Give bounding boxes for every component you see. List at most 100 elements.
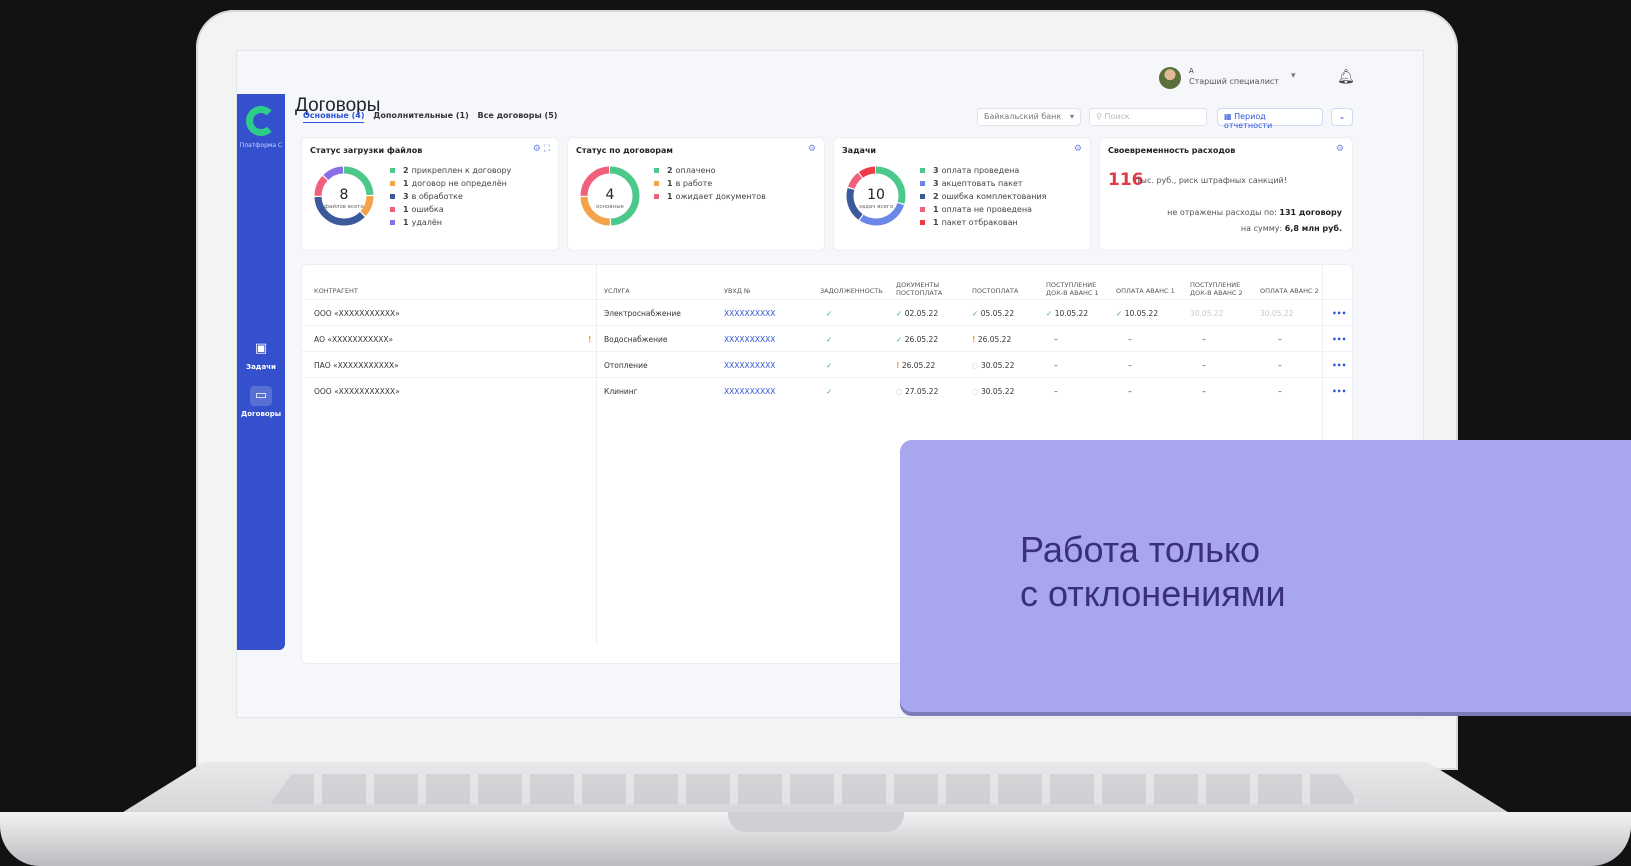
expand-button[interactable]: ⌄ xyxy=(1331,108,1353,126)
cell-pay-advance-1: ✓ 10.05.22 xyxy=(1116,309,1159,318)
cell-debt: ✓ xyxy=(826,361,833,370)
callout-line: с отклонениями xyxy=(1020,573,1286,614)
tab-all[interactable]: Все договоры (5) xyxy=(478,111,558,120)
logo-caption: Платформа С xyxy=(239,142,283,149)
sidebar-item-tasks[interactable]: ▣ Задачи xyxy=(237,339,285,371)
risk-text: тыс. руб., риск штрафных санкций! xyxy=(1136,176,1287,185)
stage: Платформа С ▣ Задачи ▭ Договоры Договоры… xyxy=(0,0,1631,866)
cell-pay-advance-2: – xyxy=(1278,361,1282,370)
row-more-button[interactable]: ••• xyxy=(1332,309,1346,318)
card-title: Статус загрузки файлов xyxy=(310,146,423,155)
tab-main[interactable]: Основные (4) xyxy=(303,111,365,123)
cell-debt: ✓ xyxy=(826,309,833,318)
cell-debt: ✓ xyxy=(826,387,833,396)
legend-swatch xyxy=(654,168,659,173)
header-debt[interactable]: ЗАДОЛЖЕННОСТЬ xyxy=(820,287,883,295)
feature-callout: Работа только с отклонениями xyxy=(900,440,1631,712)
cell-doc-advance-1: – xyxy=(1054,361,1058,370)
header-doc-advance-1[interactable]: ПОСТУПЛЕНИЕ ДОК-В АВАНС 1 xyxy=(1046,281,1110,297)
card-contracts-status: Статус по договорам ⚙ 4 основные 2 оплаче… xyxy=(567,137,825,251)
legend-item: 1 удалён xyxy=(390,216,511,229)
legend-item: 1 оплата не проведена xyxy=(920,203,1046,216)
legend-swatch xyxy=(390,194,395,199)
header-doc-advance-2[interactable]: ПОСТУПЛЕНИЕ ДОК-В АВАНС 2 xyxy=(1190,281,1254,297)
cell-doc-advance-2: – xyxy=(1202,387,1206,396)
legend-item: 3в обработке xyxy=(390,190,511,203)
row-more-button[interactable]: ••• xyxy=(1332,361,1346,370)
cell-contractor[interactable]: ООО «XXXXXXXXXXX» xyxy=(314,387,400,396)
row-flag: ! xyxy=(588,335,592,344)
cell-debt: ✓ xyxy=(826,335,833,344)
cell-service: Отопление xyxy=(604,361,648,370)
row-divider xyxy=(302,377,1354,378)
header-uvhd[interactable]: УВХД № xyxy=(724,287,751,295)
cell-uvhd-link[interactable]: XXXXXXXXXX xyxy=(724,335,775,344)
header-postpay[interactable]: ПОСТОПЛАТА xyxy=(972,287,1018,295)
cell-service: Электроснабжение xyxy=(604,309,681,318)
donut-total: 10 xyxy=(867,187,885,203)
contract-tabs: Основные (4) Дополнительные (1) Все дого… xyxy=(303,111,563,123)
cell-pay-advance-1: – xyxy=(1128,387,1132,396)
legend-item: 1 ожидает документов xyxy=(654,190,766,203)
gear-icon[interactable]: ⚙ xyxy=(1336,144,1344,154)
legend-swatch xyxy=(920,181,925,186)
cell-doc-advance-2: 30.05.22 xyxy=(1190,309,1224,318)
search-input[interactable]: ⚲ Поиск xyxy=(1089,108,1207,126)
legend-item: 2 оплачено xyxy=(654,164,766,177)
header-service[interactable]: УСЛУГА xyxy=(604,287,630,295)
cell-contractor[interactable]: ПАО «XXXXXXXXXXX» xyxy=(314,361,399,370)
header-doc-postpay[interactable]: ДОКУМЕНТЫ ПОСТОПЛАТА xyxy=(896,281,960,297)
row-more-button[interactable]: ••• xyxy=(1332,387,1346,396)
donut-caption: файлов всего xyxy=(324,204,364,210)
cell-pay-advance-1: – xyxy=(1128,335,1132,344)
header-pay-advance-2[interactable]: ОПЛАТА АВАНС 2 xyxy=(1260,287,1319,295)
card-title: Своевременность расходов xyxy=(1108,146,1236,155)
avatar xyxy=(1159,67,1181,89)
cell-uvhd-link[interactable]: XXXXXXXXXX xyxy=(724,387,775,396)
legend-item: 1 пакет отбракован xyxy=(920,216,1046,229)
contracts-legend: 2 оплачено 1в работе 1 ожидает документов xyxy=(654,164,766,203)
logo-icon[interactable] xyxy=(246,106,276,136)
sidebar-item-contracts[interactable]: ▭ Договоры xyxy=(237,386,285,418)
sidebar-item-label: Задачи xyxy=(246,363,276,371)
cell-contractor[interactable]: ООО «XXXXXXXXXXX» xyxy=(314,309,400,318)
cell-doc-advance-2: – xyxy=(1202,361,1206,370)
bank-select[interactable]: Байкальский банк ▾ xyxy=(977,108,1081,126)
header-contractor[interactable]: КОНТРАГЕНТ xyxy=(314,287,358,295)
cell-pay-advance-2: – xyxy=(1278,335,1282,344)
cell-uvhd-link[interactable]: XXXXXXXXXX xyxy=(724,309,775,318)
bell-icon[interactable]: 🔔︎ xyxy=(1337,69,1355,85)
cell-uvhd-link[interactable]: XXXXXXXXXX xyxy=(724,361,775,370)
sidebar-item-label: Договоры xyxy=(240,410,282,418)
legend-item: 3 оплата проведена xyxy=(920,164,1046,177)
cell-service: Клининг xyxy=(604,387,638,396)
legend-swatch xyxy=(390,181,395,186)
legend-item: 1в работе xyxy=(654,177,766,190)
cell-contractor[interactable]: АО «XXXXXXXXXXX» xyxy=(314,335,393,344)
chevron-down-icon: ▾ xyxy=(1291,71,1296,81)
cell-doc-advance-1: – xyxy=(1054,335,1058,344)
cell-service: Водоснабжение xyxy=(604,335,668,344)
user-menu[interactable]: А Старший специалист ▾ xyxy=(1159,67,1339,93)
tab-additional[interactable]: Дополнительные (1) xyxy=(373,111,468,120)
gear-icon[interactable]: ⚙ xyxy=(1074,144,1082,154)
period-button[interactable]: ▦ Период отчетности xyxy=(1217,108,1323,130)
legend-swatch xyxy=(654,194,659,199)
cell-doc-advance-1: ✓ 10.05.22 xyxy=(1046,309,1089,318)
cell-doc-postpay: ✓ 26.05.22 xyxy=(896,335,939,344)
row-more-button[interactable]: ••• xyxy=(1332,335,1346,344)
cell-postpay: ○ 30.05.22 xyxy=(972,361,1015,370)
cell-postpay: ○ 30.05.22 xyxy=(972,387,1015,396)
callout-line: Работа только xyxy=(1020,529,1261,570)
header-pay-advance-1[interactable]: ОПЛАТА АВАНС 1 xyxy=(1116,287,1175,295)
bank-select-value: Байкальский банк xyxy=(984,112,1062,121)
gear-icon[interactable]: ⚙ ⛶ xyxy=(533,144,550,154)
gear-icon[interactable]: ⚙ xyxy=(808,144,816,154)
keyboard xyxy=(270,774,1360,804)
donut-caption: основные xyxy=(596,204,624,210)
legend-item: 1 договор не определён xyxy=(390,177,511,190)
cell-pay-advance-1: – xyxy=(1128,361,1132,370)
legend-item: 2 прикреплен к договору xyxy=(390,164,511,177)
legend-swatch xyxy=(920,168,925,173)
legend-swatch xyxy=(390,207,395,212)
